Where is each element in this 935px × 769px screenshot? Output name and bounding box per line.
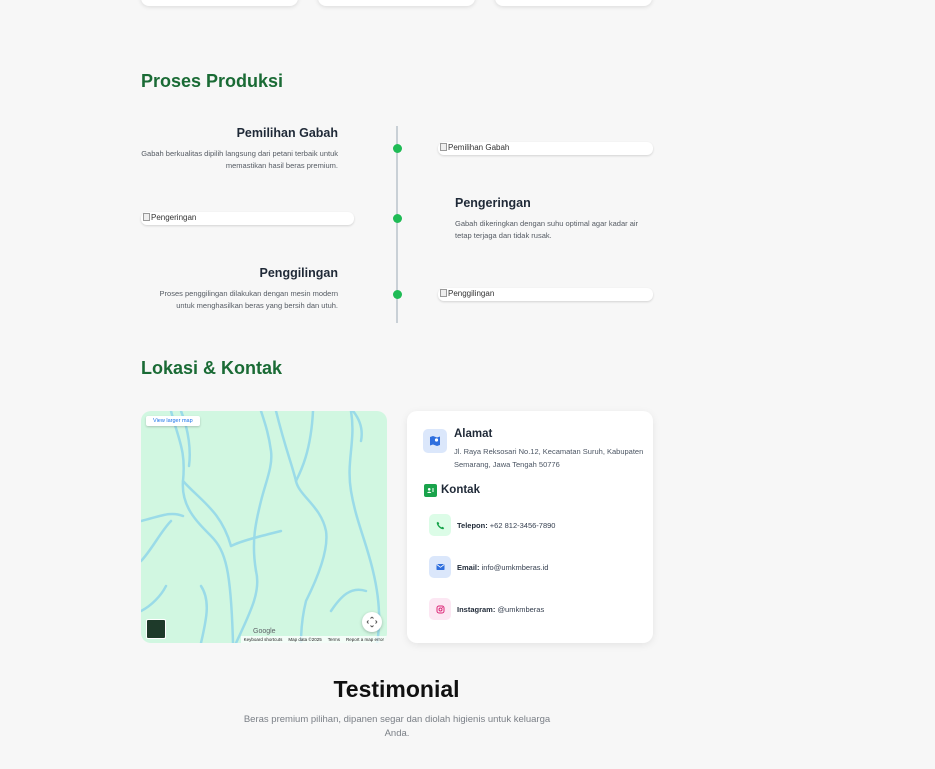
step-image: Pemilihan Gabah: [438, 142, 653, 155]
email-value: info@umkmberas.id: [481, 563, 549, 572]
testimonial-title: Testimonial: [333, 676, 460, 702]
timeline-dot: [392, 290, 402, 299]
pan-arrows-icon: [366, 616, 378, 628]
telepon-label: Telepon:: [457, 521, 488, 530]
phone-glyph: [436, 521, 444, 529]
feature-card: [495, 0, 652, 6]
contact-card-glyph: [427, 488, 434, 493]
alamat-text: Jl. Raya Reksosari No.12, Kecamatan Suru…: [454, 447, 644, 469]
step-desc: Gabah dikeringkan dengan suhu optimal ag…: [455, 219, 639, 240]
step-title: Pengeringan: [455, 196, 531, 210]
contact-card-icon: [424, 484, 437, 497]
contact-card: Alamat Jl. Raya Reksosari No.12, Kecamat…: [407, 411, 653, 643]
testimonial-subtitle: Beras premium pilihan, dipanen segar dan…: [243, 714, 551, 739]
step-desc: Proses penggilingan dilakukan dengan mes…: [159, 289, 338, 310]
instagram-row[interactable]: Instagram: @umkmberas: [457, 605, 544, 614]
map-location-icon: [423, 429, 447, 453]
feature-card: [141, 0, 298, 6]
page: Proses Produksi Pemilihan Gabah Gabah be…: [0, 0, 935, 769]
terms-link[interactable]: Terms: [328, 637, 340, 642]
telepon-value: +62 812-3456-7890: [489, 521, 556, 530]
instagram-glyph: [436, 605, 444, 613]
telepon-row[interactable]: Telepon: +62 812-3456-7890: [457, 521, 555, 530]
instagram-label: Instagram:: [457, 605, 496, 614]
keyboard-shortcuts-link[interactable]: Keyboard shortcuts: [244, 637, 283, 642]
feature-card: [318, 0, 475, 6]
broken-image-icon: [440, 143, 447, 151]
email-icon: [429, 556, 451, 578]
email-label: Email:: [457, 563, 480, 572]
map-data-text: Map data ©2025: [288, 637, 322, 642]
timeline-dot: [392, 144, 402, 153]
email-row[interactable]: Email: info@umkmberas.id: [457, 563, 548, 572]
image-alt: Pengeringan: [151, 213, 197, 222]
step-image: Pengeringan: [141, 212, 354, 225]
map-embed[interactable]: View larger map Google Keyboard shortcut…: [141, 411, 387, 643]
google-logo: Google: [253, 628, 276, 635]
step-desc: Gabah berkualitas dipilih langsung dari …: [141, 149, 338, 170]
proses-title: Proses Produksi: [141, 71, 284, 91]
phone-icon: [429, 514, 451, 536]
email-glyph: [436, 564, 444, 570]
broken-image-icon: [143, 213, 150, 221]
broken-image-icon: [440, 289, 447, 297]
timeline-dot: [392, 214, 402, 223]
instagram-icon: [429, 598, 451, 620]
map-location-glyph: [430, 436, 440, 446]
alamat-title: Alamat: [454, 428, 493, 440]
step-image: Penggilingan: [438, 288, 653, 301]
map-rivers: [141, 411, 381, 643]
pan-control-icon[interactable]: [362, 612, 382, 632]
image-alt: Penggilingan: [448, 289, 495, 298]
view-larger-map-link[interactable]: View larger map: [146, 416, 200, 426]
report-error-link[interactable]: Report a map error: [346, 637, 384, 642]
map-footer: Keyboard shortcuts Map data ©2025 Terms …: [240, 636, 387, 643]
lokasi-title: Lokasi & Kontak: [141, 358, 283, 378]
kontak-title: Kontak: [441, 484, 480, 496]
step-title: Pemilihan Gabah: [236, 126, 338, 140]
map-type-toggle[interactable]: [146, 619, 166, 639]
step-title: Penggilingan: [259, 266, 338, 280]
instagram-value: @umkmberas: [497, 605, 545, 614]
image-alt: Pemilihan Gabah: [448, 143, 510, 152]
